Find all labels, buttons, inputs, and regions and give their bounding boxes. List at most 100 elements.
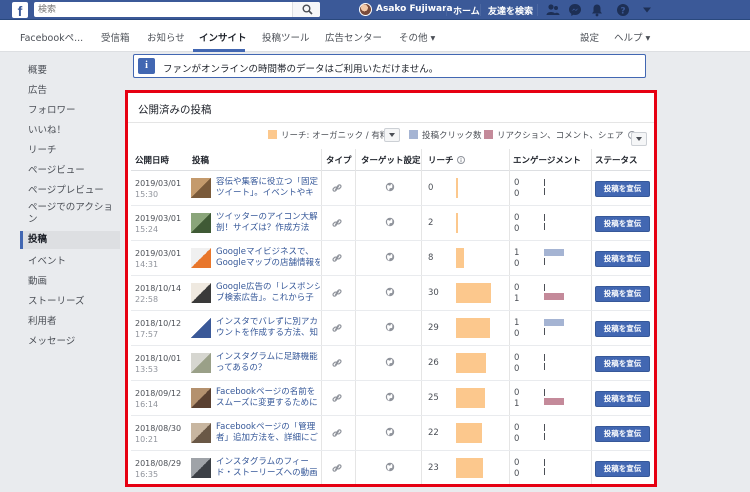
page-nav-publishing-tools[interactable]: 投稿ツール bbox=[262, 30, 310, 44]
page-nav-ad-center[interactable]: 広告センター bbox=[325, 30, 382, 44]
post-title-link[interactable]: 容伝や集客に役立つ「固定 ツイート」。イベントやキ bbox=[216, 177, 320, 199]
column-header-date[interactable]: 公開日時 bbox=[135, 154, 169, 166]
table-row[interactable]: 2019/03/01 15:24 ツイッターのアイコン大解 剖！サイズは？作成方法 2 0… bbox=[131, 206, 651, 241]
boost-post-button[interactable]: 投稿を宣伝 bbox=[595, 426, 650, 442]
boost-post-button[interactable]: 投稿を宣伝 bbox=[595, 251, 650, 267]
home-link[interactable]: ホーム bbox=[453, 4, 480, 17]
search-box[interactable] bbox=[34, 2, 320, 17]
find-friends-link[interactable]: 友達を検索 bbox=[488, 4, 533, 17]
column-header-reach[interactable]: リーチ bbox=[428, 154, 465, 166]
table-row[interactable]: 2018/10/12 17:57 インスタでバレずに別アカ ウントを作成する方法、知 2… bbox=[131, 311, 651, 346]
post-title-link[interactable]: Facebookページの「管理 者」追加方法を、詳細にご bbox=[216, 422, 320, 444]
boost-post-button[interactable]: 投稿を宣伝 bbox=[595, 181, 650, 197]
boost-post-button[interactable]: 投稿を宣伝 bbox=[595, 356, 650, 372]
sidebar-item-people[interactable]: 利用者 bbox=[20, 313, 120, 327]
page-nav-inbox[interactable]: 受信箱 bbox=[101, 30, 130, 44]
engagement-dropdown-button[interactable] bbox=[631, 132, 647, 146]
legend-swatch-reactions bbox=[484, 130, 493, 139]
clicks-bar bbox=[544, 214, 545, 221]
post-thumbnail[interactable] bbox=[191, 283, 211, 303]
post-title-link[interactable]: インスタグラムに足跡機能 ってあるの？ bbox=[216, 352, 320, 374]
search-button[interactable] bbox=[292, 2, 320, 17]
sidebar-item-stories[interactable]: ストーリーズ bbox=[20, 293, 120, 307]
sidebar-item-ads[interactable]: 広告 bbox=[20, 82, 120, 96]
post-title-link[interactable]: ツイッターのアイコン大解 剖！サイズは？作成方法 bbox=[216, 212, 320, 234]
reach-bar bbox=[456, 388, 485, 408]
notifications-bell-icon[interactable] bbox=[590, 3, 604, 17]
sidebar-item-page-actions[interactable]: ページでのアクション bbox=[20, 202, 116, 226]
boost-post-button[interactable]: 投稿を宣伝 bbox=[595, 321, 650, 337]
page-nav-page-name[interactable]: Facebookペ... bbox=[20, 30, 83, 44]
sidebar-item-overview[interactable]: 概要 bbox=[20, 62, 120, 76]
facebook-logo[interactable]: f bbox=[12, 2, 28, 18]
post-date: 2018/10/01 13:53 bbox=[135, 354, 182, 374]
post-thumbnail[interactable] bbox=[191, 353, 211, 373]
sidebar-item-posts[interactable]: 投稿 bbox=[20, 231, 120, 249]
column-header-engagement[interactable]: エンゲージメント bbox=[513, 154, 581, 166]
profile-link[interactable]: Asako Fujiwara bbox=[376, 4, 453, 14]
post-thumbnail[interactable] bbox=[191, 213, 211, 233]
reach-value: 0 bbox=[428, 183, 434, 193]
globe-icon bbox=[385, 252, 395, 265]
column-header-status[interactable]: ステータス bbox=[595, 154, 638, 166]
post-title-link[interactable]: Google広告の「レスポンシ ブ検索広告」。これから子 bbox=[216, 282, 320, 304]
sidebar-item-followers[interactable]: フォロワー bbox=[20, 102, 120, 116]
clicks-bar bbox=[544, 179, 545, 186]
globe-icon bbox=[385, 392, 395, 405]
boost-post-button[interactable]: 投稿を宣伝 bbox=[595, 286, 650, 302]
reactions-bar bbox=[544, 188, 545, 195]
column-header-targeting[interactable]: ターゲット設定 bbox=[361, 154, 421, 166]
legend-reactions: リアクション、コメント、シェア bbox=[484, 129, 637, 141]
legend-clicks-label: 投稿クリック数 bbox=[422, 131, 482, 141]
reach-value: 22 bbox=[428, 428, 439, 438]
page-nav-notifications[interactable]: お知らせ bbox=[147, 30, 185, 44]
account-menu-caret-icon[interactable] bbox=[642, 6, 652, 14]
sidebar-item-videos[interactable]: 動画 bbox=[20, 273, 120, 287]
sidebar-item-reach[interactable]: リーチ bbox=[20, 142, 120, 156]
top-bar: f Asako Fujiwara ホーム 友達を検索 ? bbox=[0, 0, 750, 20]
boost-post-button[interactable]: 投稿を宣伝 bbox=[595, 391, 650, 407]
sidebar-item-likes[interactable]: いいね！ bbox=[20, 122, 120, 136]
post-title-link[interactable]: インスタでバレずに別アカ ウントを作成する方法、知 bbox=[216, 317, 320, 339]
friend-requests-icon[interactable] bbox=[546, 3, 560, 17]
reactions-bar bbox=[544, 468, 545, 475]
post-thumbnail[interactable] bbox=[191, 388, 211, 408]
table-row[interactable]: 2018/09/12 16:14 Facebookページの名前を スムーズに変更するた… bbox=[131, 381, 651, 416]
reach-dropdown-button[interactable] bbox=[384, 128, 400, 142]
table-row[interactable]: 2019/03/01 15:30 容伝や集客に役立つ「固定 ツイート」。イベントやキ 0… bbox=[131, 171, 651, 206]
post-title-link[interactable]: Googleマイビジネスで、 Googleマップの店舗情報を bbox=[216, 247, 320, 269]
page-nav-more[interactable]: その他 ▾ bbox=[399, 30, 435, 44]
post-thumbnail[interactable] bbox=[191, 178, 211, 198]
post-thumbnail[interactable] bbox=[191, 423, 211, 443]
table-row[interactable]: 2018/08/29 16:35 インスタグラムのフィー ド・ストーリーズへの動画 23… bbox=[131, 451, 651, 484]
sidebar-item-page-previews[interactable]: ページプレビュー bbox=[20, 182, 120, 196]
table-row[interactable]: 2018/10/01 13:53 インスタグラムに足跡機能 ってあるの？ 26 0 0 投稿を… bbox=[131, 346, 651, 381]
table-row[interactable]: 2019/03/01 14:31 Googleマイビジネスで、 Googleマップの店… bbox=[131, 241, 651, 276]
column-header-post[interactable]: 投稿 bbox=[192, 154, 209, 166]
post-thumbnail[interactable] bbox=[191, 248, 211, 268]
sidebar-item-events[interactable]: イベント bbox=[20, 253, 120, 267]
post-title-link[interactable]: インスタグラムのフィー ド・ストーリーズへの動画 bbox=[216, 457, 320, 479]
post-thumbnail[interactable] bbox=[191, 318, 211, 338]
post-thumbnail[interactable] bbox=[191, 458, 211, 478]
sidebar-item-page-views[interactable]: ページビュー bbox=[20, 162, 120, 176]
reach-value: 30 bbox=[428, 288, 439, 298]
page-nav-help[interactable]: ヘルプ ▾ bbox=[614, 30, 650, 44]
boost-post-button[interactable]: 投稿を宣伝 bbox=[595, 461, 650, 477]
table-row[interactable]: 2018/10/14 22:58 Google広告の「レスポンシ ブ検索広告」。これか… bbox=[131, 276, 651, 311]
boost-post-button[interactable]: 投稿を宣伝 bbox=[595, 216, 650, 232]
page-nav-insights[interactable]: インサイト bbox=[199, 30, 247, 44]
sidebar-item-messages[interactable]: メッセージ bbox=[20, 333, 120, 347]
table-row[interactable]: 2018/08/30 10:21 Facebookページの「管理 者」追加方法を、詳細… bbox=[131, 416, 651, 451]
messenger-icon[interactable] bbox=[568, 3, 582, 17]
page-nav-settings[interactable]: 設定 bbox=[580, 30, 599, 44]
search-input[interactable] bbox=[38, 3, 288, 16]
info-icon[interactable] bbox=[456, 156, 465, 164]
reach-value: 29 bbox=[428, 323, 439, 333]
post-title-link[interactable]: Facebookページの名前を スムーズに変更するために bbox=[216, 387, 320, 409]
reactions-bar bbox=[544, 398, 564, 405]
post-date: 2018/08/29 16:35 bbox=[135, 459, 182, 479]
help-question-icon[interactable]: ? bbox=[616, 3, 630, 17]
user-avatar[interactable] bbox=[359, 3, 372, 16]
column-header-type[interactable]: タイプ bbox=[326, 154, 352, 166]
